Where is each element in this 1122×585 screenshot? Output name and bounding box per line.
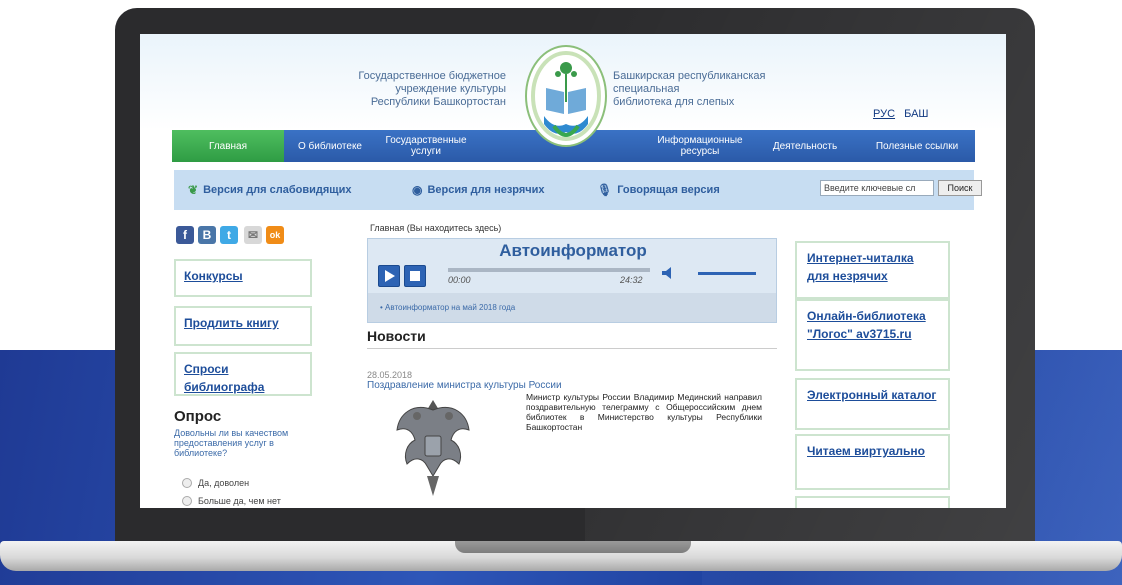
accessibility-bar: ❦ Версия для слабовидящих ◉ Версия для н… (174, 170, 982, 210)
news-heading: Новости (367, 328, 426, 344)
news-date: 28.05.2018 (367, 370, 413, 380)
org-name-left: Государственное бюджетное учреждение кул… (358, 70, 506, 109)
read-virtually-link[interactable]: Читаем виртуально (807, 444, 925, 458)
play-button[interactable] (378, 265, 400, 287)
org-line-3: Республики Башкортостан (370, 96, 506, 108)
radio-button[interactable] (182, 478, 192, 488)
nav-activity[interactable]: Деятельность (756, 130, 854, 162)
left-box-contests[interactable]: Конкурсы (174, 259, 312, 297)
talking-version-label: Говорящая версия (617, 184, 720, 196)
playlist-item-label: Автоинформатор на май 2018 года (385, 303, 516, 312)
search-input[interactable] (820, 180, 934, 196)
right-box-virtual[interactable]: Читаем виртуально (795, 434, 950, 490)
blind-version-label: Версия для незрячих (427, 184, 545, 196)
talking-version-link[interactable]: 🎙 Говорящая версия (597, 183, 720, 197)
left-box-renew[interactable]: Продлить книгу (174, 306, 312, 346)
stop-button[interactable] (404, 265, 426, 287)
org-line-4: Башкирская республиканская (613, 70, 766, 82)
russian-emblem-icon (396, 400, 470, 496)
logos-library-link[interactable]: Онлайн-библиотека "Логос" av3715.ru (807, 309, 926, 341)
mail-icon[interactable]: ✉ (244, 226, 262, 244)
current-time: 00:00 (448, 275, 471, 285)
electronic-catalog-link[interactable]: Электронный каталог (807, 388, 936, 402)
org-line-5: специальная (613, 83, 680, 95)
glasses-icon: ❦ (188, 183, 199, 197)
volume-slider[interactable] (698, 272, 756, 275)
odnoklassniki-icon[interactable]: ok (266, 226, 284, 244)
poll-title: Опрос (174, 408, 222, 425)
speaker-icon[interactable] (661, 266, 675, 280)
news-title-link[interactable]: Поздравление министра культуры России (367, 380, 562, 391)
nav-links[interactable]: Полезные ссылки (872, 130, 962, 162)
progress-bar[interactable] (448, 268, 650, 272)
org-line-6: библиотека для слепых (613, 96, 735, 108)
right-box-catalog[interactable]: Электронный каталог (795, 378, 950, 430)
lang-ba-link[interactable]: БАШ (904, 108, 928, 120)
vkontakte-icon[interactable]: В (198, 226, 216, 244)
poll-option-label: Больше да, чем нет (198, 496, 281, 506)
facebook-icon[interactable]: f (176, 226, 194, 244)
radio-button[interactable] (182, 496, 192, 506)
internet-reader-link[interactable]: Интернет-читалка для незрячих (807, 251, 914, 283)
right-box-partial[interactable] (795, 496, 950, 508)
poll-question: Довольны ли вы качеством предоставления … (174, 428, 289, 458)
nav-services[interactable]: Государственные услуги (376, 130, 476, 162)
ask-bibliographer-link[interactable]: Спроси библиографа (184, 362, 264, 394)
org-name-right: Башкирская республиканская специальная б… (613, 70, 765, 109)
laptop-screen: Государственное бюджетное учреждение кул… (140, 34, 1006, 508)
search-button[interactable]: Поиск (938, 180, 982, 196)
poll-option[interactable]: Да, доволен (182, 478, 249, 488)
audio-player: Автоинформатор 00:00 24:32 • Автоинформа… (367, 238, 777, 323)
nav-home[interactable]: Главная (172, 130, 284, 162)
language-switcher: РУС БАШ (873, 108, 935, 120)
nav-about[interactable]: О библиотеке (284, 130, 376, 162)
laptop-notch (455, 541, 691, 553)
playlist: • Автоинформатор на май 2018 года (368, 293, 776, 322)
org-line-1: Государственное бюджетное (358, 70, 506, 82)
total-time: 24:32 (620, 275, 643, 285)
breadcrumb: Главная (Вы находитесь здесь) (370, 223, 502, 233)
low-vision-label: Версия для слабовидящих (203, 184, 352, 196)
blind-version-link[interactable]: ◉ Версия для незрячих (412, 183, 545, 197)
contests-link[interactable]: Конкурсы (184, 269, 243, 283)
eye-icon: ◉ (412, 183, 423, 197)
player-title: Автоинформатор (499, 241, 647, 260)
poll-option[interactable]: Больше да, чем нет (182, 496, 281, 506)
right-box-reader[interactable]: Интернет-читалка для незрячих (795, 241, 950, 299)
renew-book-link[interactable]: Продлить книгу (184, 316, 279, 330)
poll-option-label: Да, доволен (198, 478, 250, 488)
lang-ru-link[interactable]: РУС (873, 108, 895, 120)
org-line-2: учреждение культуры (395, 83, 506, 95)
microphone-icon: 🎙 (597, 183, 613, 197)
divider (367, 348, 777, 349)
right-box-logos[interactable]: Онлайн-библиотека "Логос" av3715.ru (795, 299, 950, 371)
left-box-ask[interactable]: Спроси библиографа (174, 352, 312, 396)
playlist-item[interactable]: • Автоинформатор на май 2018 года (380, 303, 515, 312)
twitter-icon[interactable]: t (220, 226, 238, 244)
low-vision-link[interactable]: ❦ Версия для слабовидящих (188, 183, 351, 197)
nav-resources[interactable]: Информационные ресурсы (644, 130, 756, 162)
library-logo[interactable] (524, 44, 608, 162)
laptop-base (0, 541, 1122, 571)
news-body: Министр культуры России Владимир Мединск… (526, 392, 762, 432)
